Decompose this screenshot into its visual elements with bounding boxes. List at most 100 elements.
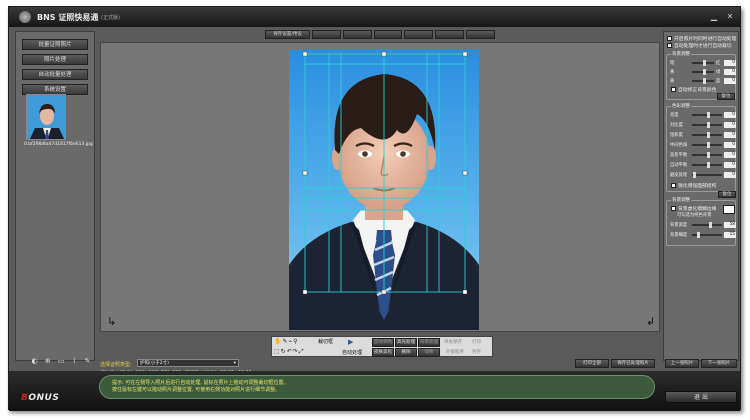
add-icon[interactable]: ⊕ [43, 357, 52, 366]
single-save-button[interactable]: 单张保存 [444, 339, 462, 345]
toolbar-button-7[interactable] [466, 30, 496, 39]
photo-process-button[interactable]: 照片处理 [22, 54, 88, 65]
tip-line-1: 提示: 可在左侧导入照片后进行自动处理, 鼠标在照片上拖动可调整裁切框位置。 [112, 380, 289, 386]
slider-value[interactable]: 0 [724, 131, 736, 138]
toolbar-button-3[interactable] [342, 30, 372, 39]
slider-bg-fineness[interactable]: 背景细度 15 [670, 231, 736, 238]
toolbar-button-4[interactable] [373, 30, 403, 39]
bg-color-swatch[interactable] [723, 205, 735, 214]
slider-auto-balance[interactable]: 自动平衡 0 [670, 161, 736, 168]
crop-guide-overlay[interactable] [289, 50, 479, 330]
slider-skin-smooth[interactable]: 磨皮处理 0 [670, 171, 736, 178]
title-bar: BNS 证照快易通 (正式版) ▁ ✕ [9, 7, 740, 27]
auto-process-button[interactable]: 自动处理 [342, 349, 362, 356]
slider-value[interactable]: 0 [724, 68, 736, 75]
rotate-right-icon[interactable]: ↲ [646, 315, 655, 328]
sharpen-check[interactable]: 锐化增强面部结构 [671, 182, 716, 189]
slider-value[interactable]: 15 [724, 231, 736, 238]
left-tools: ◐ ⊕ ▭ i ✎ [30, 357, 92, 367]
slider-contrast[interactable]: 对比度 0 [670, 121, 736, 128]
slider-bg-width[interactable]: 背景宽度 58 [670, 221, 736, 228]
auto-crop-check[interactable]: 自动处理时才进行自动裁切 [667, 41, 738, 49]
preset-button[interactable]: 保存设置/预设 [265, 30, 310, 39]
minimize-icon[interactable]: ▁ [709, 12, 719, 21]
group-title: 色彩调整 [671, 103, 691, 109]
slider-value[interactable]: 0 [724, 59, 736, 66]
slider-highlight-balance[interactable]: 高反平衡 0 [670, 151, 736, 158]
photo-thumbnail[interactable] [26, 94, 66, 140]
slider-label: 黄 [670, 78, 675, 84]
slider-value[interactable]: 0 [724, 171, 736, 178]
close-icon[interactable]: ✕ [725, 12, 735, 21]
slider-value[interactable]: 0 [724, 121, 736, 128]
slider-label: 高反平衡 [670, 152, 688, 158]
auto-bg-color-check[interactable]: 自动修正背景颜色 [671, 86, 716, 93]
info-icon[interactable]: i [70, 357, 79, 366]
exit-button[interactable]: 退 出 [665, 391, 737, 403]
fit-icon[interactable]: ⤢ [299, 348, 304, 356]
id-photo[interactable] [289, 50, 479, 330]
slider-value[interactable]: 0 [724, 141, 736, 148]
prev-photo-button[interactable]: 上一张照片 [665, 359, 699, 368]
edit-icon[interactable]: ✎ [83, 357, 92, 366]
bonus-logo: BONUS [21, 393, 59, 403]
slider-value[interactable]: 58 [724, 221, 736, 228]
bg-process-button[interactable]: 背景处理 [418, 338, 440, 347]
auto-process-on-open-check[interactable]: 开启照片时同时进行自动处理 [667, 35, 738, 42]
photo-type-select[interactable]: 护照(小于2寸) ▾ [137, 359, 239, 367]
bg-reset-button[interactable]: 复位 [717, 93, 735, 100]
slider-value[interactable]: 0 [724, 111, 736, 118]
slider-brightness[interactable]: 亮度 0 [670, 111, 736, 118]
slider-value[interactable]: 0 [724, 161, 736, 168]
external-program-button[interactable]: 外部程序 [446, 349, 464, 355]
slider-label: 红 [716, 60, 721, 66]
save-as-button[interactable]: 另存 [472, 349, 481, 355]
next-photo-button[interactable]: 下一张照片 [701, 359, 737, 368]
slider-saturation[interactable]: 饱和度 0 [670, 131, 736, 138]
redo-icon[interactable]: ↷ [293, 348, 298, 356]
slider-green[interactable]: 黄 绿0 [670, 68, 736, 75]
select-icon[interactable]: ⬚ [274, 348, 280, 356]
print-single-button[interactable]: 打印 [472, 339, 481, 345]
highlight-button[interactable]: 高光处理 [395, 338, 417, 347]
slider-label: 暗 [670, 60, 675, 66]
color-reset-button[interactable]: 复位 [718, 191, 736, 198]
slider-value[interactable]: 0 [724, 151, 736, 158]
rotate-left-icon[interactable]: ↳ [107, 315, 116, 328]
toolbar-button-5[interactable] [404, 30, 434, 39]
bg-blur-check[interactable]: 背景虚化模糊边缘 [671, 205, 716, 212]
group-title: 背景调整 [671, 51, 691, 57]
app-window: BNS 证照快易通 (正式版) ▁ ✕ 批量证照照片 照片处理 自动批量处理 系… [8, 6, 741, 411]
photo-canvas[interactable]: ↳ ↲ [100, 42, 660, 332]
background-adjust-group: 背景调整 暗红0 黄绿0 黄蓝0 自动修正背景颜色 复位 [666, 51, 736, 100]
auto-batch-button[interactable]: 自动批量处理 [22, 69, 88, 80]
undo-icon[interactable]: ↶ [287, 348, 292, 356]
slider-midtone[interactable]: 中间色调 0 [670, 141, 736, 148]
save-processed-button[interactable]: 保存已处理照片 [611, 359, 655, 368]
toolbar-button-2[interactable] [311, 30, 341, 39]
check-label: 锐化增强面部结构 [678, 184, 717, 189]
zoom-icon[interactable]: ⚲ [293, 338, 297, 345]
skin-beautify-button[interactable]: 皮肤美化 [372, 348, 394, 357]
slider-value[interactable]: 0 [724, 77, 736, 84]
crop-frame-button[interactable]: 裁切框 [318, 338, 333, 345]
logo-text: ONUS [28, 393, 60, 403]
delete-button[interactable]: 删除 [395, 348, 417, 357]
auto-color-button[interactable]: 自动调色 [372, 338, 394, 347]
print-all-button[interactable]: 打印全部 [575, 359, 609, 368]
toolbar-button-6[interactable] [435, 30, 465, 39]
app-title: BNS 证照快易通 [37, 13, 99, 22]
slider-red[interactable]: 暗 红0 [670, 59, 736, 66]
footer: BONUS 提示: 可在左侧导入照片后进行自动处理, 鼠标在照片上拖动可调整裁切… [9, 371, 740, 411]
brush-icon[interactable]: ⌁ [289, 338, 293, 345]
rotate-icon[interactable]: ↻ [281, 348, 286, 356]
pen-icon[interactable]: ✎ [282, 338, 287, 345]
mirror-button[interactable]: 镜像 [418, 348, 440, 357]
check-label: 开启照片时同时进行自动处理 [674, 37, 737, 42]
batch-photo-button[interactable]: 批量证照照片 [22, 39, 88, 50]
hand-icon[interactable]: ✋ [274, 338, 281, 345]
slider-label: 背景宽度 [670, 222, 688, 228]
camera-icon[interactable]: ◐ [30, 357, 39, 366]
slider-blue[interactable]: 黄 蓝0 [670, 77, 736, 84]
folder-icon[interactable]: ▭ [56, 357, 65, 366]
